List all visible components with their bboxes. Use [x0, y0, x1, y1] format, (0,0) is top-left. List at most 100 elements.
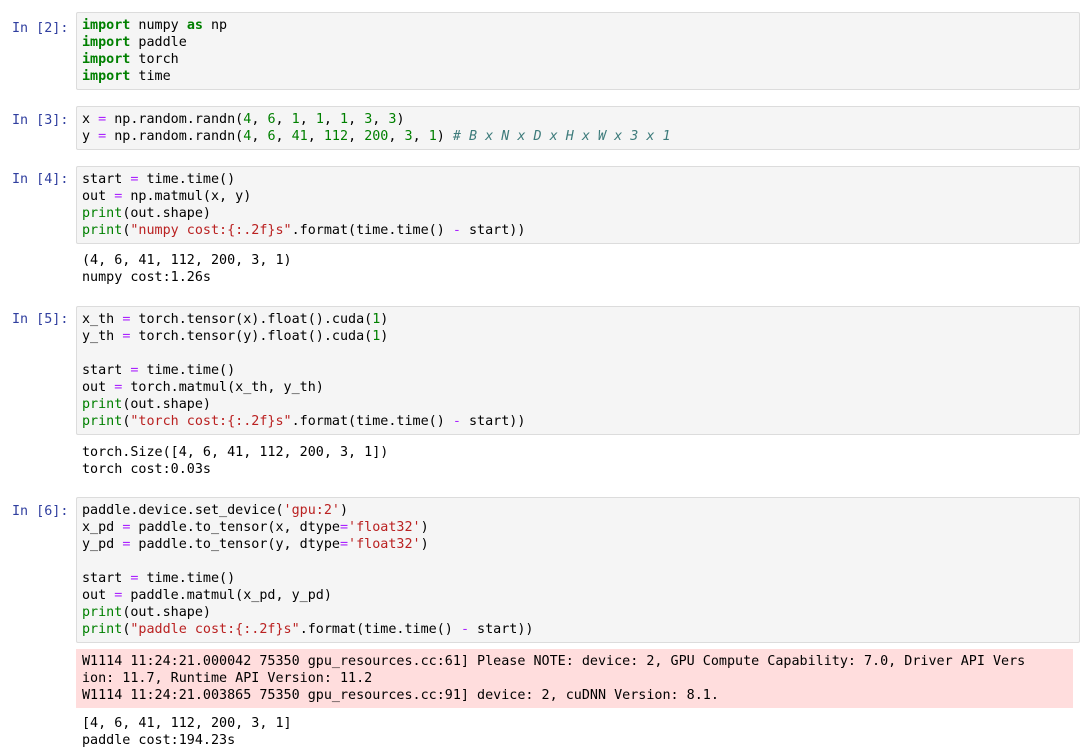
code-text: np.matmul(x, y)	[122, 189, 252, 204]
code-line: print(out.shape)	[82, 396, 1074, 413]
keyword-token: import	[82, 52, 131, 67]
code-input[interactable]: paddle.device.set_device('gpu:2') x_pd = …	[76, 497, 1080, 643]
number-token: 3	[404, 129, 413, 144]
code-text: torch.matmul(x_th, y_th)	[122, 380, 324, 395]
code-text: start))	[460, 414, 526, 429]
keyword-token: import	[82, 69, 131, 84]
code-text: paddle.to_tensor(y, dtype	[130, 537, 340, 552]
code-line: import time	[82, 68, 1074, 85]
code-input[interactable]: start = time.time() out = np.matmul(x, y)…	[76, 166, 1080, 244]
code-line: import torch	[82, 51, 1074, 68]
code-line: import numpy as np	[82, 17, 1074, 34]
code-text: y_th	[82, 329, 123, 344]
code-text: out	[82, 588, 115, 603]
output-line: torch cost:0.03s	[82, 462, 211, 477]
number-token: 6	[267, 129, 276, 144]
code-text: start	[82, 172, 131, 187]
code-text: (out.shape)	[122, 397, 211, 412]
stderr-line: W1114 11:24:21.003865 75350 gpu_resource…	[82, 688, 719, 703]
string-token: 'float32'	[348, 520, 421, 535]
code-line: x_pd = paddle.to_tensor(x, dtype='float3…	[82, 519, 1074, 536]
keyword-token: import	[82, 18, 131, 33]
code-text: start	[82, 363, 131, 378]
builtin-token: print	[82, 605, 123, 620]
input-prompt: In [2]:	[12, 21, 69, 36]
cell-output: [4, 6, 41, 112, 200, 3, 1] paddle cost:1…	[82, 715, 292, 749]
code-text: ,	[412, 129, 429, 144]
code-input[interactable]: x = np.random.randn(4, 6, 1, 1, 1, 3, 3)…	[76, 106, 1080, 150]
code-text: )	[420, 520, 429, 535]
string-token: 'gpu:2'	[283, 503, 340, 518]
keyword-token: import	[82, 35, 131, 50]
code-text: ,	[275, 112, 292, 127]
code-text: numpy	[130, 18, 187, 33]
code-text: torch	[130, 52, 179, 67]
operator-token: =	[339, 520, 349, 535]
code-line: x_th = torch.tensor(x).float().cuda(1)	[82, 311, 1074, 328]
code-text: )	[420, 537, 429, 552]
code-input[interactable]: import numpy as np import paddle import to…	[76, 12, 1080, 90]
number-token: 41	[291, 129, 308, 144]
code-text: ,	[348, 129, 365, 144]
code-text: .format(time.time()	[299, 622, 461, 637]
number-token: 6	[267, 112, 276, 127]
code-text: out	[82, 380, 115, 395]
operator-token: =	[98, 112, 107, 127]
code-text: ,	[323, 112, 340, 127]
output-line: torch.Size([4, 6, 41, 112, 200, 3, 1])	[82, 445, 389, 460]
code-text: )	[339, 503, 349, 518]
code-text: paddle.device.set_device(	[82, 503, 284, 518]
code-line: print("torch cost:{:.2f}s".format(time.t…	[82, 413, 1074, 430]
stderr-line: ion: 11.7, Runtime API Version: 11.2	[82, 671, 373, 686]
code-text: .format(time.time()	[291, 414, 453, 429]
code-text: x_th	[82, 312, 123, 327]
stderr-line: W1114 11:24:21.000042 75350 gpu_resource…	[82, 654, 1026, 669]
code-text: time	[130, 69, 171, 84]
code-text: (out.shape)	[122, 206, 211, 221]
code-line: print("paddle cost:{:.2f}s".format(time.…	[82, 621, 1074, 638]
code-text: (out.shape)	[122, 605, 211, 620]
code-text: ,	[251, 129, 268, 144]
code-text: x	[82, 112, 99, 127]
code-line: start = time.time()	[82, 570, 1074, 587]
string-token: "numpy cost:{:.2f}s"	[130, 223, 292, 238]
code-line: y_pd = paddle.to_tensor(y, dtype='float3…	[82, 536, 1074, 553]
code-text: np	[202, 18, 228, 33]
operator-token: =	[98, 129, 107, 144]
code-line: print(out.shape)	[82, 604, 1074, 621]
code-text: )	[380, 329, 389, 344]
input-prompt: In [6]:	[12, 504, 69, 519]
code-text: paddle.to_tensor(x, dtype	[130, 520, 340, 535]
number-token: 200	[364, 129, 389, 144]
cell-output: (4, 6, 41, 112, 200, 3, 1) numpy cost:1.…	[82, 252, 292, 286]
code-line: print("numpy cost:{:.2f}s".format(time.t…	[82, 222, 1074, 239]
keyword-token: as	[186, 18, 203, 33]
number-token: 1	[315, 112, 324, 127]
string-token: "torch cost:{:.2f}s"	[130, 414, 292, 429]
code-text: start	[82, 571, 131, 586]
output-line: [4, 6, 41, 112, 200, 3, 1]	[82, 716, 292, 731]
code-text: np.random.randn(	[106, 129, 244, 144]
code-line: y = np.random.randn(4, 6, 41, 112, 200, …	[82, 128, 1074, 145]
code-text: ,	[372, 112, 389, 127]
code-text: torch.tensor(y).float().cuda(	[130, 329, 373, 344]
number-token: 1	[428, 129, 437, 144]
number-token: 112	[323, 129, 349, 144]
builtin-token: print	[82, 414, 123, 429]
code-line: print(out.shape)	[82, 205, 1074, 222]
code-line: y_th = torch.tensor(y).float().cuda(1)	[82, 328, 1074, 345]
builtin-token: print	[82, 622, 123, 637]
number-token: 1	[340, 112, 349, 127]
code-text: )	[380, 312, 389, 327]
code-line: out = torch.matmul(x_th, y_th)	[82, 379, 1074, 396]
code-text: time.time()	[138, 571, 236, 586]
output-line: (4, 6, 41, 112, 200, 3, 1)	[82, 253, 292, 268]
code-text: ,	[307, 129, 324, 144]
comment-token: # B x N x D x H x W x 3 x 1	[452, 129, 671, 144]
code-input[interactable]: x_th = torch.tensor(x).float().cuda(1) y_…	[76, 306, 1080, 435]
code-text: start))	[460, 223, 526, 238]
code-text: start))	[469, 622, 534, 637]
code-text: paddle.matmul(x_pd, y_pd)	[122, 588, 332, 603]
